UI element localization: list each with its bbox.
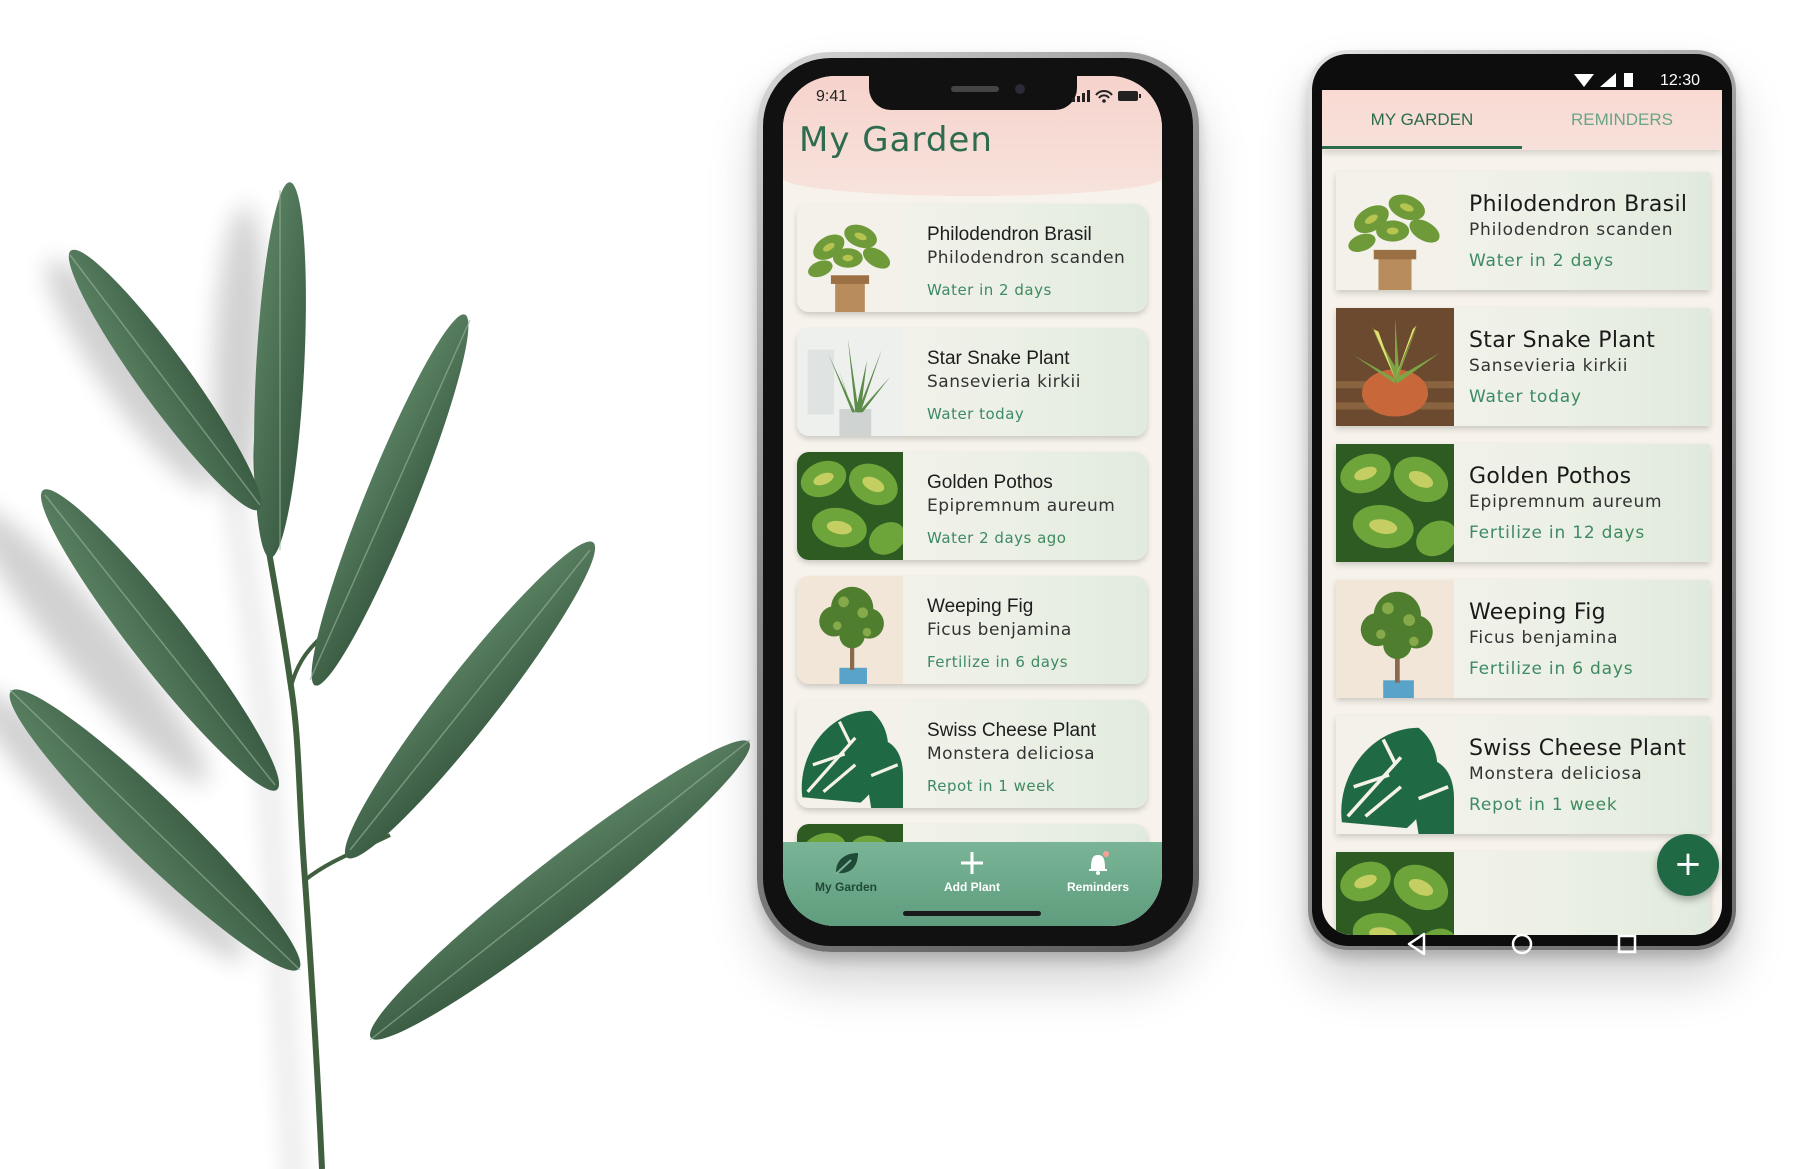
iphone-screen: 9:41 My Garden Philodendron Brasil Philo… bbox=[783, 76, 1162, 926]
plant-scientific-name: Sansevieria kirkii bbox=[927, 372, 1081, 392]
tab-label: Reminders bbox=[1066, 880, 1130, 894]
plant-thumbnail bbox=[797, 452, 903, 560]
plant-name: Swiss Cheese Plant bbox=[927, 720, 1096, 741]
plant-thumbnail bbox=[1336, 716, 1454, 834]
android-tab-bar: MY GARDEN REMINDERS bbox=[1322, 90, 1722, 150]
front-camera bbox=[1015, 84, 1025, 94]
plant-care-status: Water 2 days ago bbox=[927, 529, 1067, 547]
home-icon[interactable] bbox=[1507, 929, 1537, 959]
plant-scientific-name: Philodendron scanden bbox=[927, 248, 1126, 268]
signal-icon bbox=[1072, 90, 1090, 102]
plant-scientific-name: Epipremnum aureum bbox=[1469, 492, 1663, 512]
plant-thumbnail bbox=[797, 204, 903, 312]
tab-label: My Garden bbox=[814, 880, 877, 894]
plant-scientific-name: Monstera deliciosa bbox=[927, 744, 1096, 764]
plant-care-status: Water in 2 days bbox=[1469, 251, 1614, 271]
plant-name: Golden Pothos bbox=[1469, 464, 1632, 489]
wifi-icon bbox=[1574, 74, 1594, 87]
active-tab-indicator bbox=[1322, 146, 1522, 149]
plant-scientific-name: Ficus benjamina bbox=[1469, 628, 1619, 648]
bell-icon bbox=[1089, 851, 1109, 875]
android-status-bar: 12:30 bbox=[1322, 66, 1722, 92]
plant-scientific-name: Sansevieria kirkii bbox=[1469, 356, 1629, 376]
decorative-leaf-branch bbox=[0, 182, 751, 1169]
plant-name: Swiss Cheese Plant bbox=[1469, 736, 1687, 761]
tab-label: Add Plant bbox=[944, 880, 1000, 894]
plant-thumbnail bbox=[1336, 580, 1454, 698]
plant-card[interactable]: Swiss Cheese Plant Monstera deliciosa Re… bbox=[797, 700, 1147, 808]
plant-thumbnail bbox=[797, 328, 903, 436]
wifi-icon bbox=[1095, 90, 1113, 99]
android-status-icons bbox=[1574, 73, 1633, 87]
back-icon[interactable] bbox=[1402, 929, 1432, 959]
plant-card[interactable]: Philodendron Brasil Philodendron scanden… bbox=[1336, 172, 1710, 290]
plant-scientific-name: Ficus benjamina bbox=[927, 620, 1072, 640]
ios-status-icons bbox=[1072, 90, 1141, 103]
plant-care-status: Fertilize in 6 days bbox=[927, 653, 1069, 671]
plant-care-status: Fertilize in 12 days bbox=[1469, 523, 1645, 543]
page-title: My Garden bbox=[799, 120, 993, 160]
plant-name: Star Snake Plant bbox=[1469, 328, 1656, 353]
iphone-mockup: 9:41 My Garden Philodendron Brasil Philo… bbox=[757, 52, 1199, 952]
plant-thumbnail bbox=[797, 700, 903, 808]
plant-scientific-name: Philodendron scanden bbox=[1469, 220, 1674, 240]
plant-name: Philodendron Brasil bbox=[927, 224, 1092, 245]
tab-my-garden[interactable]: My Garden bbox=[791, 848, 901, 894]
plant-name: Philodendron Brasil bbox=[1469, 192, 1688, 217]
battery-icon bbox=[1118, 91, 1141, 101]
plant-care-status: Repot in 1 week bbox=[1469, 795, 1618, 815]
leaf-icon bbox=[835, 853, 858, 875]
plant-care-status: Water in 2 days bbox=[927, 281, 1052, 299]
plant-name: Weeping Fig bbox=[1469, 600, 1606, 625]
plant-scientific-name: Epipremnum aureum bbox=[927, 496, 1116, 516]
android-nav-bar bbox=[1322, 915, 1722, 975]
plant-card[interactable]: Swiss Cheese Plant Monstera deliciosa Re… bbox=[1336, 716, 1710, 834]
android-status-time: 12:30 bbox=[1659, 72, 1700, 89]
speaker-grille bbox=[951, 86, 999, 92]
tab-reminders[interactable]: Reminders bbox=[1043, 848, 1153, 894]
android-mockup: 12:30 MY GARDEN REMINDERS Philodendron B… bbox=[1308, 50, 1736, 956]
plant-thumbnail bbox=[1336, 308, 1454, 426]
tab-my-garden[interactable]: MY GARDEN bbox=[1322, 110, 1522, 130]
plant-name: Star Snake Plant bbox=[927, 348, 1070, 369]
plant-thumbnail bbox=[1336, 444, 1454, 562]
plant-care-status: Water today bbox=[1469, 387, 1582, 407]
plant-card[interactable]: Golden Pothos Epipremnum aureum Water 2 … bbox=[797, 452, 1147, 560]
signal-icon bbox=[1600, 73, 1616, 87]
plant-card[interactable]: Golden Pothos Epipremnum aureum Fertiliz… bbox=[1336, 444, 1710, 562]
plant-scientific-name: Monstera deliciosa bbox=[1469, 764, 1643, 784]
plant-card[interactable]: Star Snake Plant Sansevieria kirkii Wate… bbox=[797, 328, 1147, 436]
plant-card[interactable]: Weeping Fig Ficus benjamina Fertilize in… bbox=[797, 576, 1147, 684]
plant-care-status: Water today bbox=[927, 405, 1025, 423]
iphone-notch bbox=[869, 76, 1077, 110]
recents-icon[interactable] bbox=[1612, 929, 1642, 959]
plant-care-status: Repot in 1 week bbox=[927, 777, 1055, 795]
android-screen: MY GARDEN REMINDERS Philodendron Brasil … bbox=[1322, 90, 1722, 935]
plant-care-status: Fertilize in 6 days bbox=[1469, 659, 1634, 679]
plant-name: Weeping Fig bbox=[927, 596, 1034, 617]
plant-name: Golden Pothos bbox=[927, 472, 1053, 493]
ios-status-time: 9:41 bbox=[816, 88, 848, 105]
add-plant-fab[interactable]: + bbox=[1657, 834, 1719, 896]
plant-thumbnail bbox=[1336, 172, 1454, 290]
plant-thumbnail bbox=[797, 576, 903, 684]
plant-card[interactable]: Philodendron Brasil Philodendron scanden… bbox=[797, 204, 1147, 312]
tab-add-plant[interactable]: Add Plant bbox=[917, 848, 1027, 894]
plant-card[interactable]: Weeping Fig Ficus benjamina Fertilize in… bbox=[1336, 580, 1710, 698]
battery-icon bbox=[1624, 73, 1633, 87]
home-indicator[interactable] bbox=[903, 911, 1041, 916]
tab-reminders[interactable]: REMINDERS bbox=[1522, 110, 1722, 130]
plant-card[interactable]: Star Snake Plant Sansevieria kirkii Wate… bbox=[1336, 308, 1710, 426]
plus-icon bbox=[961, 852, 983, 874]
